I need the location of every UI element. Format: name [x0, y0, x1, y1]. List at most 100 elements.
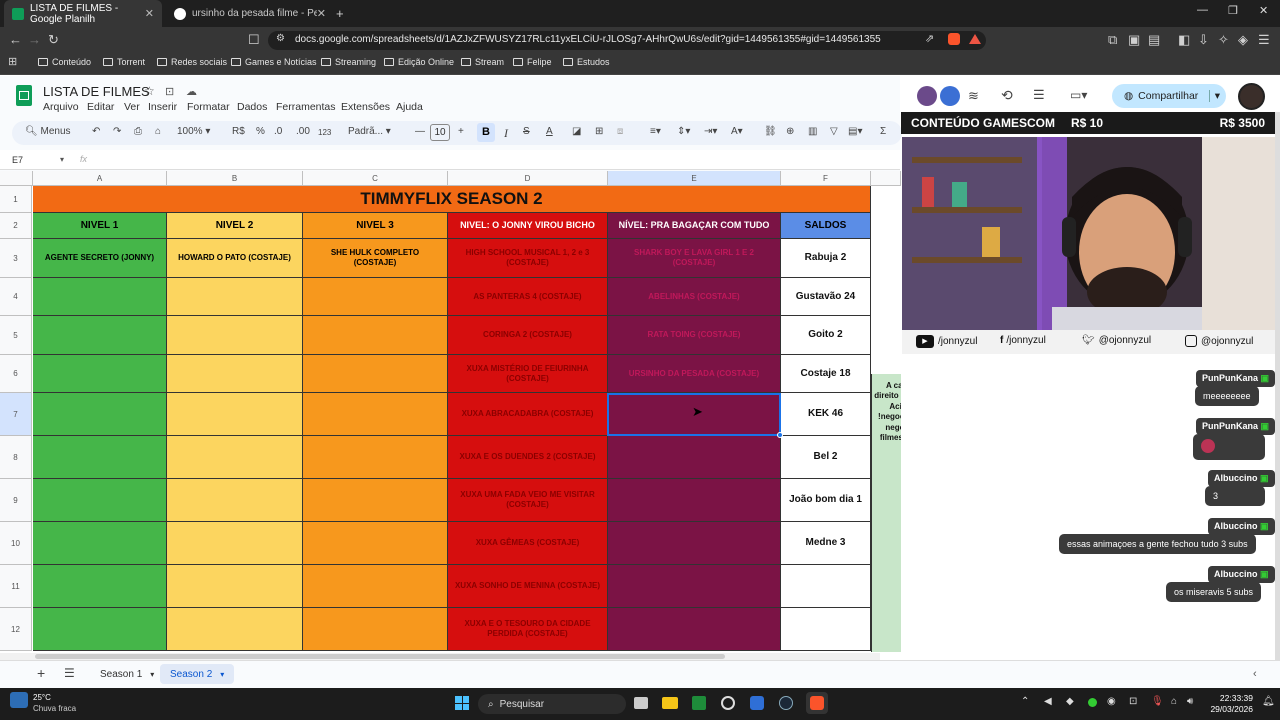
cell-nivel-3[interactable] [303, 393, 448, 436]
bookmark-estudos[interactable]: Estudos [563, 57, 610, 67]
merge-cells-icon[interactable]: ⧈ [617, 126, 623, 137]
star-icon[interactable]: ☆ [144, 84, 155, 98]
percent-format[interactable]: % [256, 126, 265, 137]
weather-desc[interactable]: Chuva fraca [33, 704, 76, 713]
print-icon[interactable]: ⎙ [134, 126, 142, 137]
strikethrough-icon[interactable]: S [523, 126, 530, 137]
bold-icon[interactable]: B [477, 123, 495, 142]
cell-nivel-1[interactable] [33, 278, 167, 316]
cell-saldo[interactable] [781, 608, 871, 651]
browser-tab-sheets[interactable]: LISTA DE FILMES - Google Planilh ✕ [4, 0, 162, 27]
url-text[interactable]: docs.google.com/spreadsheets/d/1AZJxZFWU… [295, 34, 881, 45]
font-size-decrease[interactable]: — [415, 126, 425, 137]
wallet-icon[interactable]: ▤ [1148, 33, 1160, 46]
align-vertical-icon[interactable]: ⇕▾ [677, 126, 690, 137]
column-header-g[interactable] [871, 171, 901, 186]
cell-nivel-1[interactable] [33, 355, 167, 393]
cell-nivel-2[interactable] [167, 393, 303, 436]
cell-nivel-1[interactable] [33, 436, 167, 479]
cell-nivel-2[interactable] [167, 565, 303, 608]
cell-nivel-2[interactable] [167, 436, 303, 479]
explore-collapse-icon[interactable]: ‹ [1253, 668, 1257, 680]
clock-date[interactable]: 29/03/2026 [1208, 704, 1253, 714]
search-menus[interactable]: 🔍︎ Menus [25, 126, 71, 137]
bookmark-games[interactable]: Games e Notícias [231, 57, 317, 67]
cell-nivel-2[interactable]: HOWARD O PATO (COSTAJE) [167, 239, 303, 278]
row-header[interactable]: 4 [0, 278, 32, 316]
brave-shield-icon[interactable] [948, 33, 960, 45]
cell-jonny-virou-bicho[interactable]: XUXA ABRACADABRA (COSTAJE) [448, 393, 608, 436]
cell-pra-bagacar[interactable] [608, 608, 781, 651]
chevron-down-icon[interactable]: ▾ [1208, 90, 1220, 102]
cell-nivel-1[interactable] [33, 393, 167, 436]
forward-icon[interactable]: → [28, 33, 41, 46]
history-icon[interactable]: ⟲ [1001, 87, 1013, 104]
italic-icon[interactable]: I [504, 126, 508, 141]
cell-nivel-1[interactable] [33, 565, 167, 608]
tray-icon[interactable]: ⊡ [1129, 696, 1137, 707]
tray-icon[interactable]: ◉ [1107, 696, 1116, 707]
row-header[interactable]: 12 [0, 608, 32, 651]
weather-icon[interactable] [10, 692, 28, 708]
cell-nivel-3[interactable] [303, 522, 448, 565]
column-header-e[interactable]: E [608, 171, 781, 186]
bookmark-streaming[interactable]: Streaming [321, 57, 376, 67]
site-info-icon[interactable]: ⚙ [276, 34, 285, 44]
bookmark-redes-sociais[interactable]: Redes sociais [157, 57, 227, 67]
collaborator-avatar[interactable] [940, 86, 960, 106]
text-wrap-icon[interactable]: ⇥▾ [704, 126, 717, 137]
cell-pra-bagacar[interactable]: ABELINHAS (COSTAJE) [608, 278, 781, 316]
cell-saldo[interactable] [781, 565, 871, 608]
cell-nivel-2[interactable] [167, 522, 303, 565]
font-size-increase[interactable]: + [458, 126, 464, 137]
cell-nivel-2[interactable] [167, 479, 303, 522]
sheets-logo-icon[interactable] [16, 85, 32, 106]
insert-comment-icon[interactable]: ⊕ [786, 126, 794, 137]
tray-status-icon[interactable] [1088, 698, 1097, 707]
cell-nivel-3[interactable] [303, 316, 448, 355]
mic-icon[interactable]: 🎙︎ [1151, 696, 1164, 707]
currency-format[interactable]: R$ [232, 126, 245, 137]
brave-taskbar-button[interactable] [806, 692, 828, 714]
chevron-down-icon[interactable]: ▾ [150, 670, 154, 679]
filter-icon[interactable]: ▽ [830, 126, 838, 137]
brave-rewards-icon[interactable] [969, 34, 981, 44]
row-header[interactable]: 2 [0, 213, 32, 239]
chevron-down-icon[interactable]: ▾ [60, 155, 64, 164]
cell-nivel-2[interactable] [167, 316, 303, 355]
cell-nivel-1[interactable]: AGENTE SECRETO (JONNY) [33, 239, 167, 278]
cell-pra-bagacar[interactable]: URSINHO DA PESADA (COSTAJE) [608, 355, 781, 393]
cell-jonny-virou-bicho[interactable]: HIGH SCHOOL MUSICAL 1, 2 e 3 (COSTAJE) [448, 239, 608, 278]
cell-jonny-virou-bicho[interactable]: AS PANTERAS 4 (COSTAJE) [448, 278, 608, 316]
apps-grid-icon[interactable]: ⊞ [8, 57, 17, 68]
increase-decimal[interactable]: .00 [296, 126, 310, 137]
sheet-tab-season-2[interactable]: Season 2 ▾ [160, 664, 235, 684]
cell-nivel-3[interactable] [303, 565, 448, 608]
cell-jonny-virou-bicho[interactable]: XUXA UMA FADA VEIO ME VISITAR (COSTAJE) [448, 479, 608, 522]
task-view-icon[interactable] [634, 697, 648, 709]
font-size-input[interactable]: 10 [430, 124, 450, 141]
steam-icon[interactable] [779, 696, 793, 710]
clock-time[interactable]: 22:33:39 [1213, 693, 1253, 703]
header-jonny-virou-bicho[interactable]: NIVEL: O JONNY VIROU BICHO [448, 213, 608, 239]
insert-link-icon[interactable]: ⛓ [764, 126, 777, 137]
share-page-icon[interactable]: ⇗ [925, 34, 934, 45]
header-saldos[interactable]: SALDOS [781, 213, 871, 239]
close-tab-icon[interactable]: ✕ [145, 7, 154, 20]
cell-jonny-virou-bicho[interactable]: XUXA MISTÉRIO DE FEIURINHA (COSTAJE) [448, 355, 608, 393]
header-nivel-1[interactable]: NIVEL 1 [33, 213, 167, 239]
tray-icon[interactable]: ◀ [1044, 696, 1052, 707]
cell-pra-bagacar[interactable] [608, 565, 781, 608]
cell-jonny-virou-bicho[interactable]: XUXA E OS DUENDES 2 (COSTAJE) [448, 436, 608, 479]
cell-nivel-2[interactable] [167, 608, 303, 651]
column-header-a[interactable]: A [33, 171, 167, 186]
avatar[interactable] [1238, 83, 1265, 110]
windows-start-icon[interactable] [455, 696, 469, 710]
cell-pra-bagacar[interactable] [608, 522, 781, 565]
text-rotation-icon[interactable]: A▾ [731, 126, 743, 137]
ai-icon[interactable]: ✧ [1218, 33, 1229, 46]
column-header-b[interactable]: B [167, 171, 303, 186]
volume-icon[interactable]: 🔊︎ [1187, 696, 1193, 707]
filter-views-icon[interactable]: ▤▾ [848, 126, 862, 137]
cell-saldo[interactable]: Gustavão 24 [781, 278, 871, 316]
